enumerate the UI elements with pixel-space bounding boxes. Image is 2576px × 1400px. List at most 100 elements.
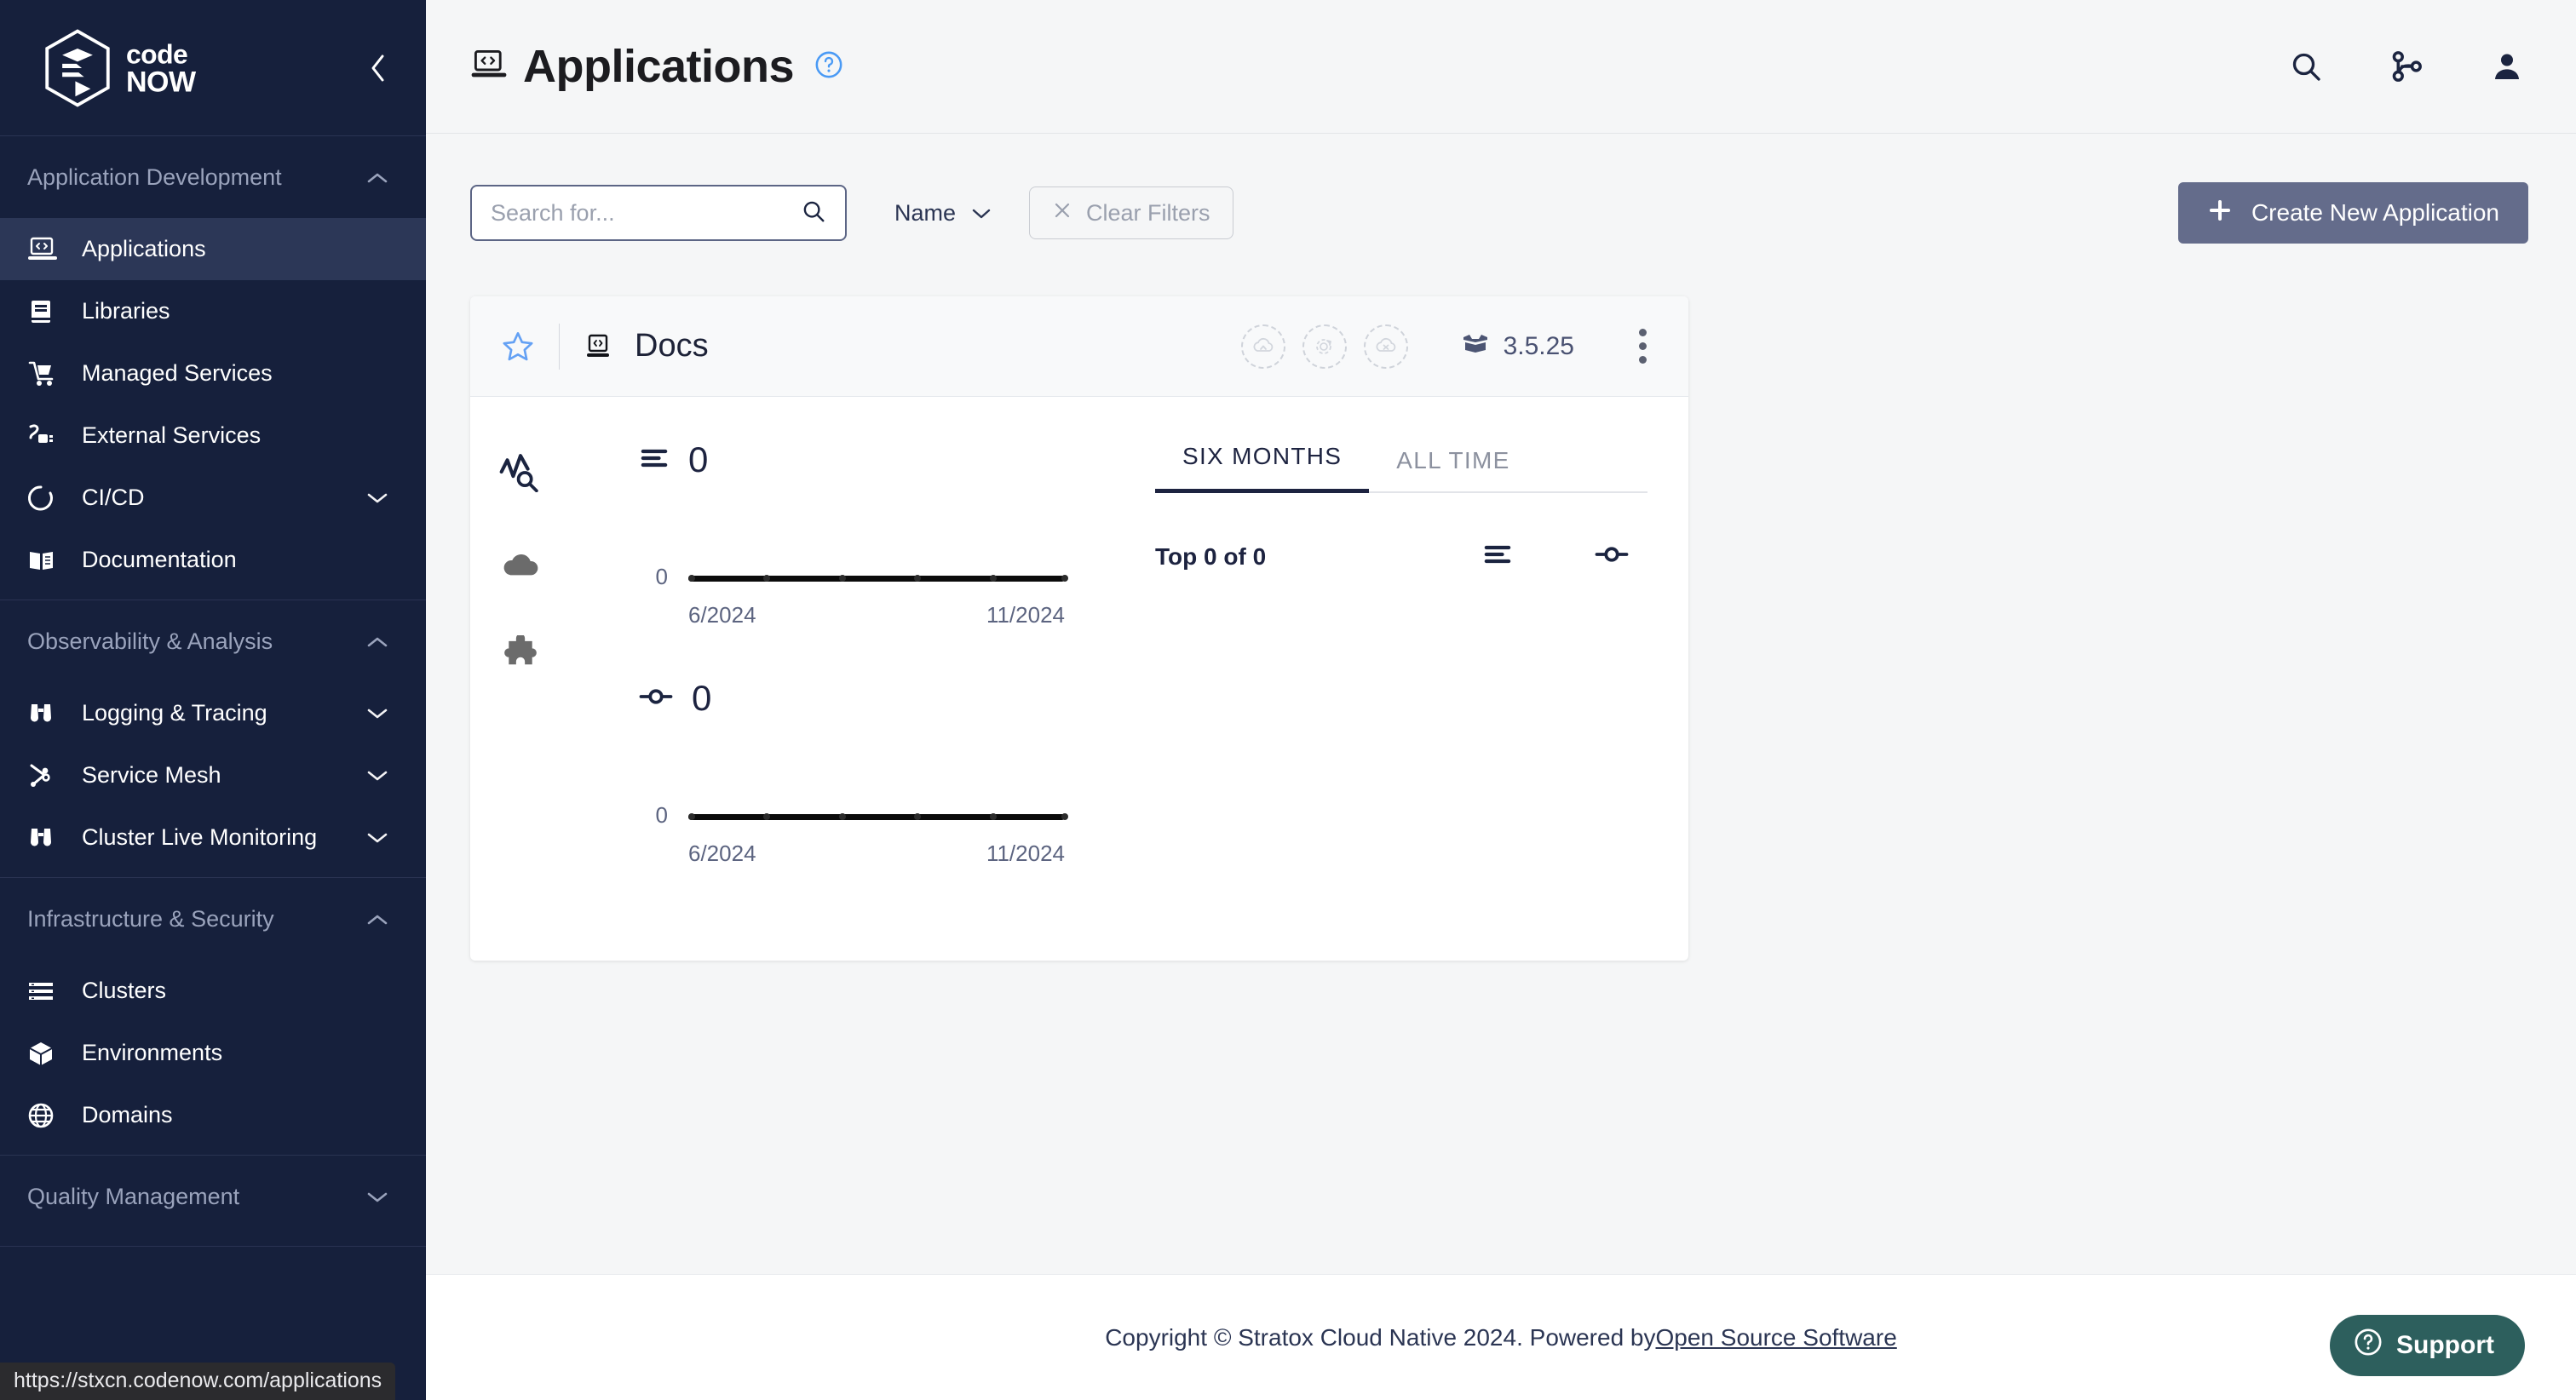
sidebar-item-managed-services[interactable]: Managed Services (0, 342, 426, 405)
support-label: Support (2396, 1331, 2494, 1359)
chart-data-point (989, 812, 997, 820)
chart-data-point (914, 574, 922, 582)
chart-header: 0 (639, 678, 1116, 719)
sidebar-item-external-services[interactable]: External Services (0, 405, 426, 467)
branch-icon[interactable] (2385, 45, 2428, 88)
sidebar-item-label: Clusters (82, 978, 167, 1003)
sidebar-section-title: Quality Management (27, 1183, 240, 1209)
sidebar-item-cluster-live-monitoring[interactable]: Cluster Live Monitoring (0, 806, 426, 869)
globe-icon (27, 1099, 65, 1133)
chart-xtick-end: 11/2024 (986, 841, 1065, 866)
question-circle-icon (2354, 1328, 2383, 1363)
application-card-body: 0 0 6/2024 11/2024 0 0 6/2024 11/2024 SI… (470, 397, 1688, 961)
content-area: Name Clear Filters Create New Applica (426, 134, 2576, 961)
sidebar-item-environments[interactable]: Environments (0, 1022, 426, 1084)
search-box[interactable] (470, 185, 847, 241)
sidebar-section-title: Application Development (27, 164, 282, 190)
sidebar-section-header[interactable]: Observability & Analysis (0, 600, 426, 682)
chart-xtick-end: 11/2024 (986, 602, 1065, 628)
search-input[interactable] (491, 199, 801, 227)
pipeline-icon (1595, 543, 1629, 570)
cloud-icon[interactable] (495, 540, 546, 588)
codenow-logo-icon (43, 28, 112, 107)
filters-toolbar: Name Clear Filters Create New Applica (470, 134, 2528, 244)
chart-xticks: 6/2024 11/2024 (639, 841, 1065, 867)
tab-all-time[interactable]: ALL TIME (1369, 447, 1537, 493)
chart-line-path (688, 813, 1065, 820)
sidebar-group-infrastructure-security: Infrastructure & Security Clusters Envir… (0, 878, 426, 1156)
binoculars-icon (27, 821, 65, 855)
sidebar-group-quality-management: Quality Management (0, 1156, 426, 1247)
open-source-software-link[interactable]: Open Source Software (1656, 1324, 1897, 1351)
laptop-code-icon (584, 330, 618, 364)
charts-column: 0 0 6/2024 11/2024 0 0 6/2024 11/2024 (571, 397, 1116, 961)
collapse-sidebar-button[interactable] (361, 51, 395, 85)
sidebar-item-clusters[interactable]: Clusters (0, 960, 426, 1022)
user-icon[interactable] (2486, 45, 2528, 88)
book-icon (27, 295, 65, 329)
sidebar-item-logging-tracing[interactable]: Logging & Tracing (0, 682, 426, 744)
chart-line-path (688, 575, 1065, 582)
chevron-down-icon (366, 762, 388, 789)
sidebar-section-header[interactable]: Infrastructure & Security (0, 878, 426, 960)
mesh-icon (27, 759, 65, 793)
svg-text:code: code (126, 39, 187, 70)
search-icon[interactable] (2285, 45, 2327, 88)
sidebar-item-ci-cd[interactable]: CI/CD (0, 467, 426, 529)
plus-icon (2207, 198, 2233, 229)
main-content: Applications Search for... Name Clear Fi… (426, 0, 2576, 1400)
chart-block-pipelines: 0 0 6/2024 11/2024 (639, 678, 1116, 916)
cloud-undeploy-icon[interactable] (1363, 324, 1408, 369)
sidebar-item-label: Cluster Live Monitoring (82, 824, 318, 850)
application-card-rail (470, 397, 571, 961)
svg-text:NOW: NOW (126, 66, 197, 96)
chart-block-builds: 0 0 6/2024 11/2024 (639, 439, 1116, 678)
sidebar-item-documentation[interactable]: Documentation (0, 529, 426, 591)
package-icon (1461, 331, 1490, 362)
puzzle-icon[interactable] (495, 632, 546, 680)
sidebar-item-label: External Services (82, 422, 262, 448)
chart-data-point (914, 812, 922, 820)
page-title-group: Applications (470, 40, 843, 93)
server-list-icon (27, 974, 65, 1008)
clear-filters-button[interactable]: Clear Filters (1029, 186, 1233, 239)
cart-icon (27, 357, 65, 391)
support-button[interactable]: Support (2330, 1315, 2525, 1376)
sidebar-item-applications[interactable]: Applications (0, 218, 426, 280)
question-circle-icon[interactable] (814, 50, 843, 83)
sidebar-group-application-development: Application Development Applications Lib… (0, 136, 426, 600)
star-outline-icon[interactable] (499, 328, 537, 365)
sidebar-item-libraries[interactable]: Libraries (0, 280, 426, 342)
footer: Copyright © Stratox Cloud Native 2024. P… (426, 1274, 2576, 1400)
sidebar-item-service-mesh[interactable]: Service Mesh (0, 744, 426, 806)
sort-dropdown[interactable]: Name (894, 200, 992, 227)
chart-data-point (763, 812, 771, 820)
cloud-deploy-icon[interactable] (1240, 324, 1285, 369)
lines-icon (639, 446, 670, 474)
laptop-code-icon (27, 232, 65, 267)
sidebar-item-label: Managed Services (82, 360, 273, 386)
tab-six-months[interactable]: SIX MONTHS (1155, 443, 1370, 493)
application-version-label: 3.5.25 (1503, 331, 1574, 360)
sidebar-section-title: Infrastructure & Security (27, 905, 274, 932)
search-icon[interactable] (801, 198, 826, 228)
sidebar-section-header[interactable]: Application Development (0, 136, 426, 218)
cloud-restart-icon[interactable] (1302, 324, 1347, 369)
chart-axis-row: 0 (639, 564, 1068, 590)
chart-xtick-start: 6/2024 (688, 602, 756, 628)
analytics-icon[interactable] (495, 448, 546, 496)
application-version: 3.5.25 (1461, 331, 1574, 362)
sidebar-section-header[interactable]: Quality Management (0, 1156, 426, 1237)
copyright-text: Copyright © Stratox Cloud Native 2024. P… (1105, 1323, 1656, 1351)
chart-header: 0 (639, 439, 1116, 480)
sidebar-item-domains[interactable]: Domains (0, 1084, 426, 1146)
kebab-menu-icon[interactable] (1625, 324, 1659, 370)
chart-metric-value: 0 (688, 439, 709, 479)
clear-filters-label: Clear Filters (1086, 199, 1210, 226)
create-new-application-button[interactable]: Create New Application (2177, 182, 2528, 244)
sidebar-item-label: Domains (82, 1102, 173, 1127)
chevron-up-icon (366, 906, 388, 932)
plug-icon (27, 419, 65, 453)
circle-dashed-icon (27, 481, 65, 515)
sidebar-item-label: Logging & Tracing (82, 700, 267, 726)
